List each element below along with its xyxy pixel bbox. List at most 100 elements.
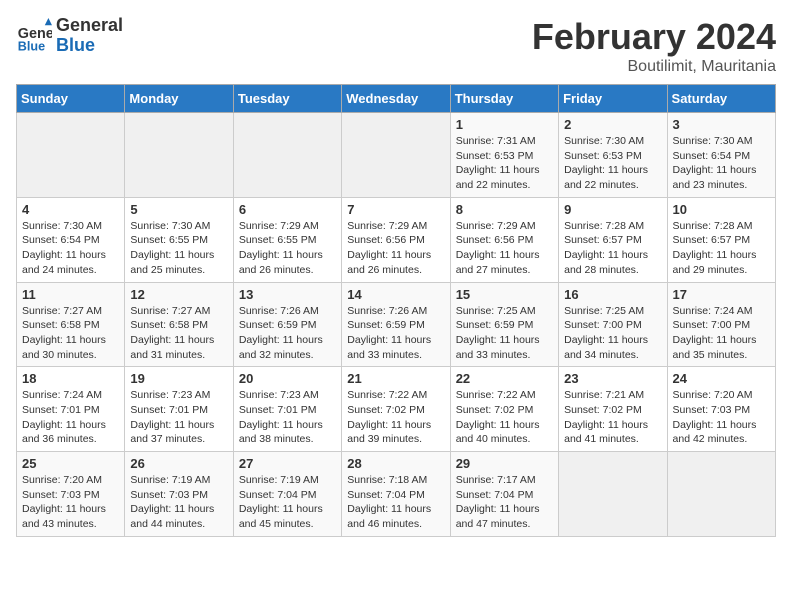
day-cell: [233, 113, 341, 198]
header-wednesday: Wednesday: [342, 85, 450, 113]
day-info: Sunrise: 7:17 AM Sunset: 7:04 PM Dayligh…: [456, 473, 553, 532]
day-cell: 18 Sunrise: 7:24 AM Sunset: 7:01 PM Dayl…: [17, 367, 125, 452]
day-cell: 27 Sunrise: 7:19 AM Sunset: 7:04 PM Dayl…: [233, 452, 341, 537]
day-info: Sunrise: 7:28 AM Sunset: 6:57 PM Dayligh…: [564, 219, 661, 278]
day-number: 13: [239, 287, 336, 302]
day-cell: [125, 113, 233, 198]
header-thursday: Thursday: [450, 85, 558, 113]
day-number: 16: [564, 287, 661, 302]
day-cell: 26 Sunrise: 7:19 AM Sunset: 7:03 PM Dayl…: [125, 452, 233, 537]
day-number: 3: [673, 117, 770, 132]
day-info: Sunrise: 7:19 AM Sunset: 7:04 PM Dayligh…: [239, 473, 336, 532]
header-sunday: Sunday: [17, 85, 125, 113]
day-cell: 19 Sunrise: 7:23 AM Sunset: 7:01 PM Dayl…: [125, 367, 233, 452]
day-info: Sunrise: 7:19 AM Sunset: 7:03 PM Dayligh…: [130, 473, 227, 532]
day-info: Sunrise: 7:24 AM Sunset: 7:00 PM Dayligh…: [673, 304, 770, 363]
day-number: 20: [239, 371, 336, 386]
day-number: 4: [22, 202, 119, 217]
day-number: 28: [347, 456, 444, 471]
calendar-body: 1 Sunrise: 7:31 AM Sunset: 6:53 PM Dayli…: [17, 113, 776, 537]
day-info: Sunrise: 7:31 AM Sunset: 6:53 PM Dayligh…: [456, 134, 553, 193]
day-info: Sunrise: 7:22 AM Sunset: 7:02 PM Dayligh…: [347, 388, 444, 447]
day-cell: 24 Sunrise: 7:20 AM Sunset: 7:03 PM Dayl…: [667, 367, 775, 452]
day-info: Sunrise: 7:23 AM Sunset: 7:01 PM Dayligh…: [130, 388, 227, 447]
day-info: Sunrise: 7:29 AM Sunset: 6:56 PM Dayligh…: [347, 219, 444, 278]
day-cell: 6 Sunrise: 7:29 AM Sunset: 6:55 PM Dayli…: [233, 197, 341, 282]
day-number: 11: [22, 287, 119, 302]
day-cell: 17 Sunrise: 7:24 AM Sunset: 7:00 PM Dayl…: [667, 282, 775, 367]
day-number: 27: [239, 456, 336, 471]
day-cell: [559, 452, 667, 537]
day-number: 8: [456, 202, 553, 217]
day-info: Sunrise: 7:20 AM Sunset: 7:03 PM Dayligh…: [673, 388, 770, 447]
day-number: 26: [130, 456, 227, 471]
day-cell: 22 Sunrise: 7:22 AM Sunset: 7:02 PM Dayl…: [450, 367, 558, 452]
week-row-4: 25 Sunrise: 7:20 AM Sunset: 7:03 PM Dayl…: [17, 452, 776, 537]
week-row-3: 18 Sunrise: 7:24 AM Sunset: 7:01 PM Dayl…: [17, 367, 776, 452]
day-number: 10: [673, 202, 770, 217]
day-number: 2: [564, 117, 661, 132]
day-cell: 28 Sunrise: 7:18 AM Sunset: 7:04 PM Dayl…: [342, 452, 450, 537]
day-cell: 12 Sunrise: 7:27 AM Sunset: 6:58 PM Dayl…: [125, 282, 233, 367]
day-info: Sunrise: 7:21 AM Sunset: 7:02 PM Dayligh…: [564, 388, 661, 447]
day-cell: 3 Sunrise: 7:30 AM Sunset: 6:54 PM Dayli…: [667, 113, 775, 198]
day-cell: 11 Sunrise: 7:27 AM Sunset: 6:58 PM Dayl…: [17, 282, 125, 367]
day-number: 24: [673, 371, 770, 386]
calendar-header-row: SundayMondayTuesdayWednesdayThursdayFrid…: [17, 85, 776, 113]
location: Boutilimit, Mauritania: [532, 58, 776, 76]
svg-text:Blue: Blue: [18, 39, 45, 53]
header-tuesday: Tuesday: [233, 85, 341, 113]
day-info: Sunrise: 7:20 AM Sunset: 7:03 PM Dayligh…: [22, 473, 119, 532]
month-title: February 2024: [532, 16, 776, 58]
day-number: 25: [22, 456, 119, 471]
day-cell: 1 Sunrise: 7:31 AM Sunset: 6:53 PM Dayli…: [450, 113, 558, 198]
day-info: Sunrise: 7:27 AM Sunset: 6:58 PM Dayligh…: [130, 304, 227, 363]
day-info: Sunrise: 7:28 AM Sunset: 6:57 PM Dayligh…: [673, 219, 770, 278]
day-info: Sunrise: 7:23 AM Sunset: 7:01 PM Dayligh…: [239, 388, 336, 447]
page-header: General Blue General Blue February 2024 …: [16, 16, 776, 76]
day-info: Sunrise: 7:25 AM Sunset: 7:00 PM Dayligh…: [564, 304, 661, 363]
calendar-table: SundayMondayTuesdayWednesdayThursdayFrid…: [16, 84, 776, 537]
day-number: 19: [130, 371, 227, 386]
day-cell: 8 Sunrise: 7:29 AM Sunset: 6:56 PM Dayli…: [450, 197, 558, 282]
day-number: 21: [347, 371, 444, 386]
day-cell: 14 Sunrise: 7:26 AM Sunset: 6:59 PM Dayl…: [342, 282, 450, 367]
header-monday: Monday: [125, 85, 233, 113]
day-info: Sunrise: 7:29 AM Sunset: 6:55 PM Dayligh…: [239, 219, 336, 278]
day-number: 14: [347, 287, 444, 302]
day-number: 9: [564, 202, 661, 217]
day-cell: 13 Sunrise: 7:26 AM Sunset: 6:59 PM Dayl…: [233, 282, 341, 367]
day-number: 18: [22, 371, 119, 386]
day-info: Sunrise: 7:30 AM Sunset: 6:54 PM Dayligh…: [673, 134, 770, 193]
day-cell: 7 Sunrise: 7:29 AM Sunset: 6:56 PM Dayli…: [342, 197, 450, 282]
week-row-1: 4 Sunrise: 7:30 AM Sunset: 6:54 PM Dayli…: [17, 197, 776, 282]
day-cell: [17, 113, 125, 198]
day-cell: [667, 452, 775, 537]
day-number: 1: [456, 117, 553, 132]
day-cell: 16 Sunrise: 7:25 AM Sunset: 7:00 PM Dayl…: [559, 282, 667, 367]
day-info: Sunrise: 7:26 AM Sunset: 6:59 PM Dayligh…: [239, 304, 336, 363]
day-cell: 15 Sunrise: 7:25 AM Sunset: 6:59 PM Dayl…: [450, 282, 558, 367]
day-cell: 29 Sunrise: 7:17 AM Sunset: 7:04 PM Dayl…: [450, 452, 558, 537]
day-cell: 5 Sunrise: 7:30 AM Sunset: 6:55 PM Dayli…: [125, 197, 233, 282]
day-cell: [342, 113, 450, 198]
day-info: Sunrise: 7:25 AM Sunset: 6:59 PM Dayligh…: [456, 304, 553, 363]
day-number: 7: [347, 202, 444, 217]
day-number: 23: [564, 371, 661, 386]
day-number: 15: [456, 287, 553, 302]
day-info: Sunrise: 7:30 AM Sunset: 6:53 PM Dayligh…: [564, 134, 661, 193]
logo: General Blue General Blue: [16, 16, 123, 56]
logo-blue: Blue: [56, 36, 123, 56]
day-number: 29: [456, 456, 553, 471]
day-cell: 23 Sunrise: 7:21 AM Sunset: 7:02 PM Dayl…: [559, 367, 667, 452]
day-info: Sunrise: 7:24 AM Sunset: 7:01 PM Dayligh…: [22, 388, 119, 447]
day-cell: 20 Sunrise: 7:23 AM Sunset: 7:01 PM Dayl…: [233, 367, 341, 452]
week-row-0: 1 Sunrise: 7:31 AM Sunset: 6:53 PM Dayli…: [17, 113, 776, 198]
header-saturday: Saturday: [667, 85, 775, 113]
title-area: February 2024 Boutilimit, Mauritania: [532, 16, 776, 76]
logo-general: General: [56, 15, 123, 35]
day-cell: 2 Sunrise: 7:30 AM Sunset: 6:53 PM Dayli…: [559, 113, 667, 198]
day-cell: 21 Sunrise: 7:22 AM Sunset: 7:02 PM Dayl…: [342, 367, 450, 452]
day-info: Sunrise: 7:26 AM Sunset: 6:59 PM Dayligh…: [347, 304, 444, 363]
day-number: 6: [239, 202, 336, 217]
